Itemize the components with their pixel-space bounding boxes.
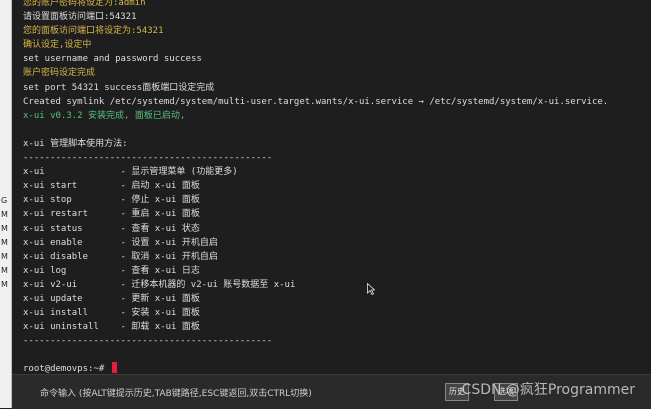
mouse-cursor-icon <box>367 283 375 295</box>
left-strip-letter: M <box>1 252 8 261</box>
terminal-line: set port 54321 success面板端口设定完成 <box>23 82 215 93</box>
terminal-line: x-ui - 显示管理菜单 (功能更多) <box>23 167 238 178</box>
terminal-line: x-ui log - 查看 x-ui 日志 <box>23 265 200 276</box>
terminal-line: x-ui status - 查看 x-ui 状态 <box>23 223 200 234</box>
terminal-line: x-ui update - 更新 x-ui 面板 <box>23 293 200 304</box>
terminal-line: x-ui uninstall - 卸载 x-ui 面板 <box>23 322 200 333</box>
terminal-line: x-ui stop - 停止 x-ui 面板 <box>23 195 200 206</box>
terminal-line: 确认设定,设定中 <box>23 40 92 51</box>
left-strip-letter: M <box>1 280 8 289</box>
terminal-line: x-ui enable - 设置 x-ui 开机自启 <box>23 237 218 248</box>
terminal-lines: 您的账户密码将设定为:admin 请设置面板访问端口:54321 您的面板访问端口将… <box>23 0 608 374</box>
shell-prompt-line[interactable]: root@demovps:~# <box>23 362 608 374</box>
terminal-line: set username and password success <box>23 54 202 65</box>
terminal-line: 您的账户密码将设定为:admin <box>23 0 146 8</box>
text-cursor <box>111 362 117 374</box>
terminal-output[interactable]: 您的账户密码将设定为:admin 请设置面板访问端口:54321 您的面板访问端口将… <box>12 0 651 374</box>
left-panel-strip: G M M M M M M <box>0 0 12 408</box>
terminal-line: x-ui 管理脚本使用方法: <box>23 138 128 149</box>
left-strip-letter: M <box>1 266 8 275</box>
terminal-line: 请设置面板访问端口:54321 <box>23 12 137 23</box>
terminal-line: x-ui disable - 取消 x-ui 开机自启 <box>23 251 218 262</box>
terminal-line: Created symlink /etc/systemd/system/mult… <box>23 96 609 107</box>
terminal-line: 账户密码设定完成 <box>23 68 96 79</box>
terminal-line: x-ui v2-ui - 迁移本机器的 v2-ui 账号数据至 x-ui <box>23 279 296 290</box>
terminal-line: x-ui restart - 重启 x-ui 面板 <box>23 209 200 220</box>
terminal-line: 您的面板访问端口将设定为:54321 <box>23 26 164 37</box>
terminal-line: ----------------------------------------… <box>23 153 273 164</box>
terminal-line: x-ui install - 安装 x-ui 面板 <box>23 308 200 319</box>
left-strip-letter: G <box>1 196 8 205</box>
command-input-bar[interactable]: 命令输入 (按ALT键提示历史,TAB键路径,ESC键返回,双击CTRL切换) … <box>12 374 651 409</box>
terminal-line: x-ui v0.3.2 安装完成, 面板已启动, <box>23 110 186 121</box>
left-strip-letter: M <box>1 210 8 219</box>
shell-prompt: root@demovps:~# <box>23 364 110 374</box>
terminal-line: x-ui start - 启动 x-ui 面板 <box>23 181 200 192</box>
command-input-hint[interactable]: 命令输入 (按ALT键提示历史,TAB键路径,ESC键返回,双击CTRL切换) <box>40 386 312 399</box>
terminal-line: ----------------------------------------… <box>23 336 273 347</box>
left-strip-letter: M <box>1 224 8 233</box>
watermark: CSDN @疯狂Programmer <box>461 382 635 398</box>
left-strip-letter: M <box>1 238 8 247</box>
